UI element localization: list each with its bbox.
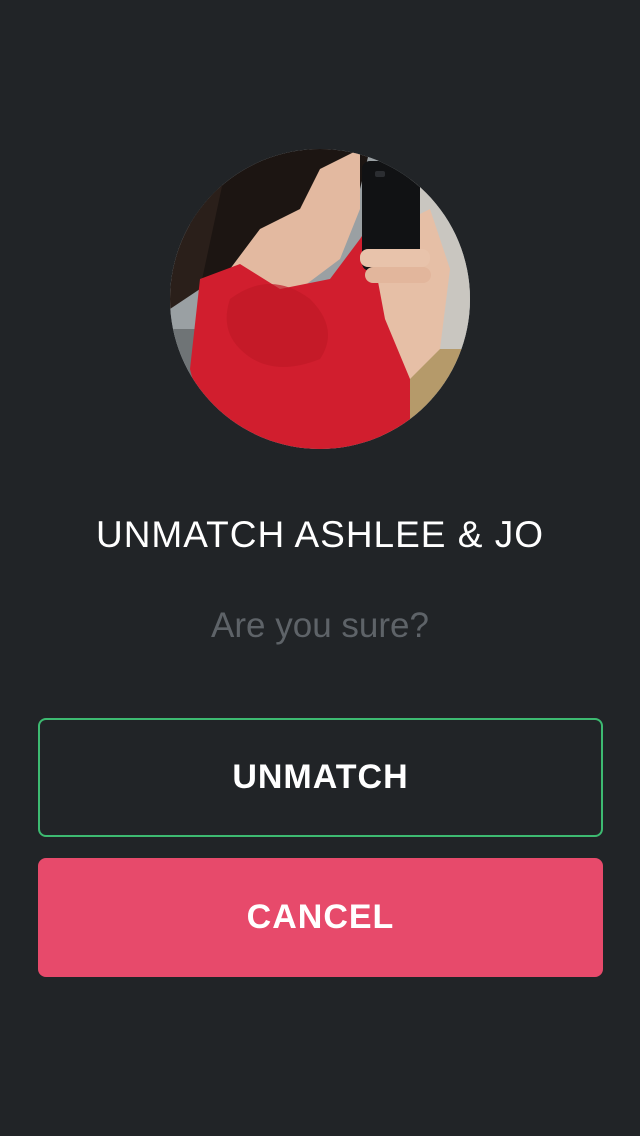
profile-avatar <box>170 149 470 449</box>
cancel-button[interactable]: CANCEL <box>38 858 603 977</box>
dialog-title: UNMATCH ASHLEE & JO <box>95 514 544 555</box>
profile-photo <box>170 149 470 449</box>
dialog-subtitle: Are you sure? <box>211 606 429 645</box>
unmatch-button[interactable]: UNMATCH <box>38 718 603 837</box>
